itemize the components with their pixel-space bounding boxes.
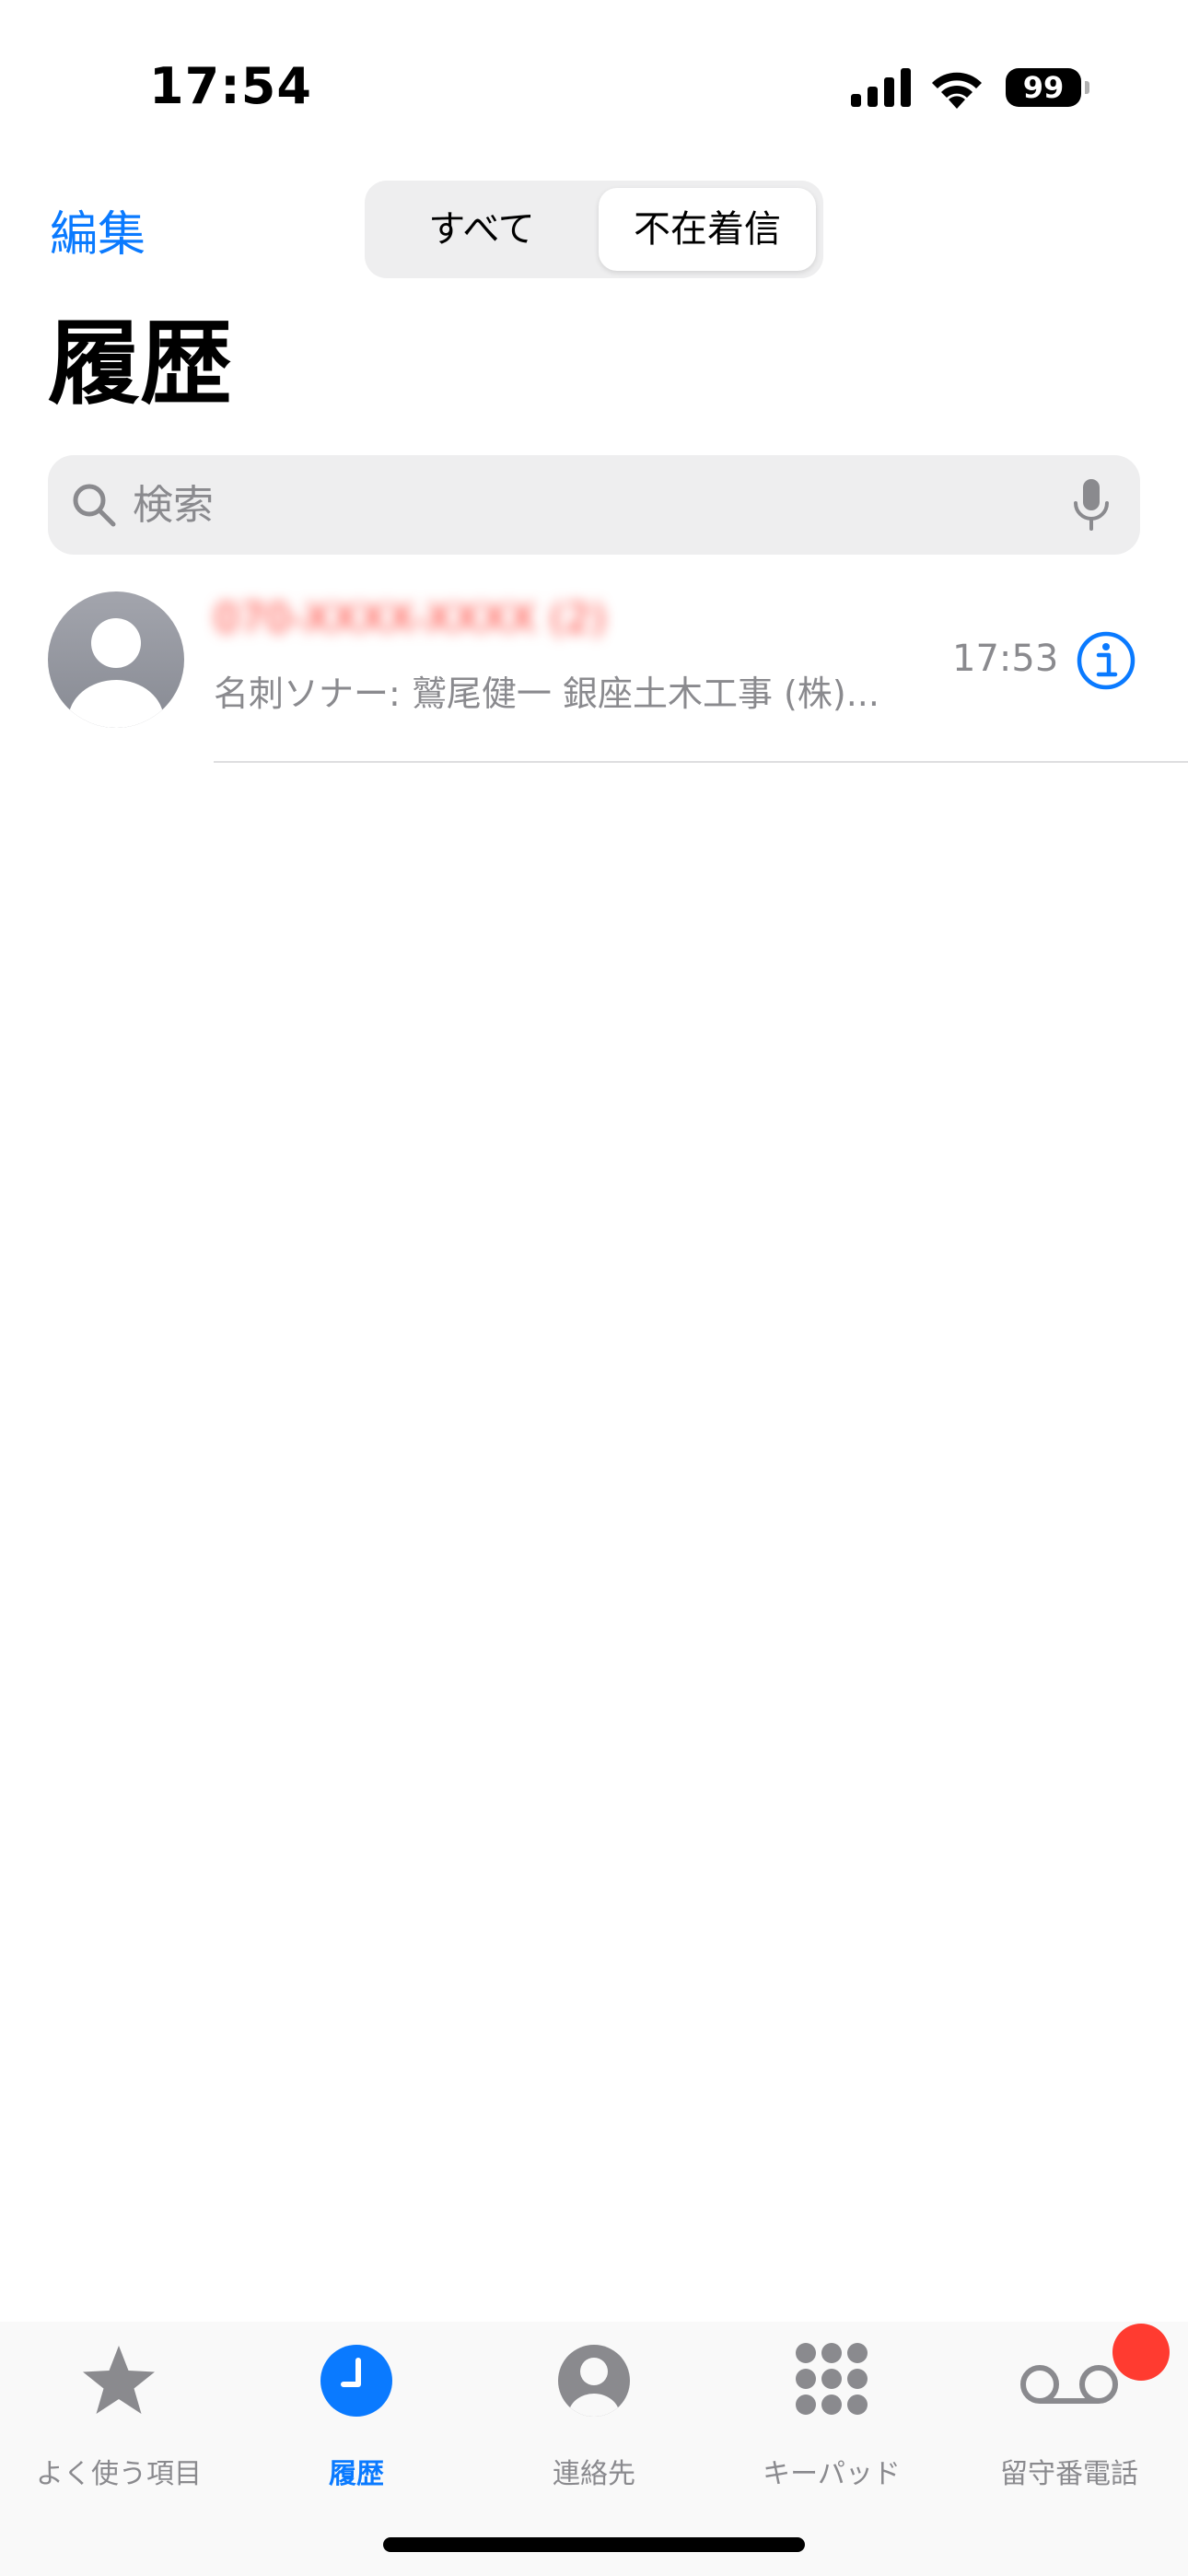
voicemail-icon — [1020, 2365, 1118, 2404]
star-icon — [83, 2346, 155, 2414]
search-bar[interactable] — [48, 455, 1140, 555]
tab-voicemail[interactable]: 留守番電話 — [950, 2324, 1188, 2490]
microphone-icon[interactable] — [1070, 477, 1112, 533]
segment-all[interactable]: すべて — [372, 188, 591, 271]
row-divider — [214, 761, 1188, 763]
caller-name: 070-XXXX-XXXX (2) — [214, 595, 607, 642]
keypad-icon — [796, 2343, 868, 2415]
tab-favorites[interactable]: よく使う項目 — [0, 2342, 238, 2490]
call-time: 17:53 — [952, 638, 1059, 680]
call-list-item[interactable]: 070-XXXX-XXXX (2) 名刺ソナー: 鷲尾健一 銀座土木工事 (株)… — [0, 580, 1188, 765]
info-icon[interactable] — [1076, 630, 1136, 691]
segment-missed[interactable]: 不在着信 — [599, 188, 816, 271]
person-circle-icon — [558, 2345, 630, 2417]
tab-recents[interactable]: 履歴 — [238, 2342, 475, 2490]
tab-keypad[interactable]: キーパッド — [713, 2342, 950, 2490]
battery-icon: 99 — [1006, 68, 1081, 107]
tab-contacts[interactable]: 連絡先 — [475, 2342, 713, 2490]
notification-badge — [1112, 2324, 1170, 2381]
tab-label: 留守番電話 — [1000, 2458, 1138, 2490]
status-time: 17:54 — [149, 57, 312, 115]
tab-label: キーパッド — [763, 2458, 901, 2490]
status-icons: 99 — [851, 64, 1090, 111]
tab-label: 連絡先 — [553, 2458, 635, 2490]
call-subtitle: 名刺ソナー: 鷲尾健一 銀座土木工事 (株)... — [214, 673, 879, 714]
avatar — [48, 591, 184, 728]
search-icon — [73, 484, 116, 527]
wifi-icon — [932, 72, 982, 109]
cellular-signal-icon — [851, 68, 911, 107]
battery-tip — [1085, 81, 1089, 94]
tab-label: よく使う項目 — [36, 2458, 202, 2490]
home-indicator[interactable] — [383, 2537, 805, 2552]
tab-label: 履歴 — [329, 2458, 384, 2490]
edit-button[interactable]: 編集 — [50, 195, 146, 264]
page-title: 履歴 — [48, 310, 232, 417]
search-input[interactable] — [133, 472, 1054, 538]
clock-icon — [320, 2345, 392, 2417]
segmented-control: すべて 不在着信 — [365, 181, 823, 278]
